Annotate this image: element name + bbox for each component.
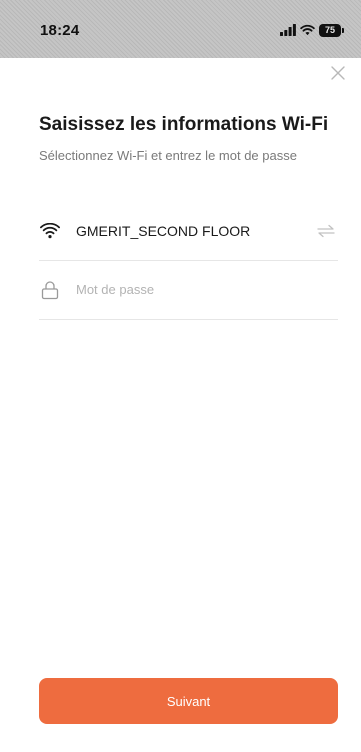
battery-level: 75: [324, 24, 335, 35]
battery-icon: 75: [319, 23, 344, 37]
swap-arrows-icon[interactable]: [316, 224, 336, 238]
status-time: 18:24: [40, 22, 80, 39]
close-icon: [331, 66, 345, 80]
password-row: [39, 260, 338, 320]
page-subtitle: Sélectionnez Wi-Fi et entrez le mot de p…: [39, 148, 297, 163]
wifi-network-row[interactable]: GMERIT_SECOND FLOOR: [39, 201, 338, 261]
status-bar: 18:24 75: [0, 0, 361, 58]
wifi-network-name: GMERIT_SECOND FLOOR: [76, 222, 251, 239]
lock-icon: [39, 279, 61, 301]
page-title: Saisissez les informations Wi-Fi: [39, 114, 329, 135]
password-input[interactable]: [76, 277, 338, 302]
wifi-status-icon: [300, 24, 315, 36]
next-button[interactable]: Suivant: [39, 678, 338, 724]
signal-icon: [280, 24, 296, 36]
status-indicators: 75: [280, 22, 344, 38]
close-button[interactable]: [329, 64, 347, 82]
wifi-icon: [39, 220, 61, 242]
wifi-setup-screen: 18:24 75 Saisissez les informations Wi-F: [0, 0, 361, 752]
